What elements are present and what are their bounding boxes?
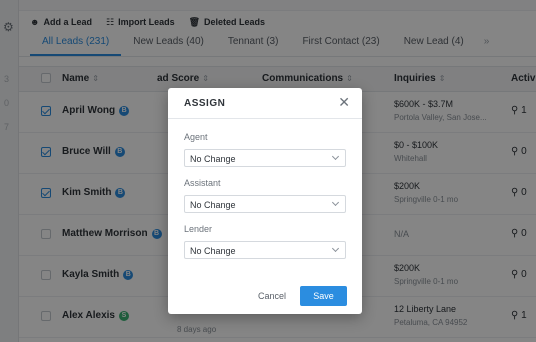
chevron-down-icon: [331, 244, 340, 253]
save-button[interactable]: Save: [300, 286, 347, 306]
close-icon[interactable]: ✕: [338, 95, 350, 109]
chevron-down-icon: [331, 152, 340, 161]
assistant-select-value: No Change: [190, 200, 236, 210]
assign-dialog: ASSIGN ✕ Agent No Change Assistant No Ch…: [168, 88, 362, 314]
lender-select[interactable]: No Change: [184, 241, 346, 259]
lender-label: Lender: [184, 224, 213, 234]
cancel-button[interactable]: Cancel: [258, 291, 286, 301]
dialog-divider: [168, 118, 362, 119]
agent-label: Agent: [184, 132, 208, 142]
lender-select-value: No Change: [190, 246, 236, 256]
agent-select-value: No Change: [190, 154, 236, 164]
assistant-select[interactable]: No Change: [184, 195, 346, 213]
assistant-label: Assistant: [184, 178, 221, 188]
dialog-title: ASSIGN: [184, 98, 226, 109]
chevron-down-icon: [331, 198, 340, 207]
agent-select[interactable]: No Change: [184, 149, 346, 167]
